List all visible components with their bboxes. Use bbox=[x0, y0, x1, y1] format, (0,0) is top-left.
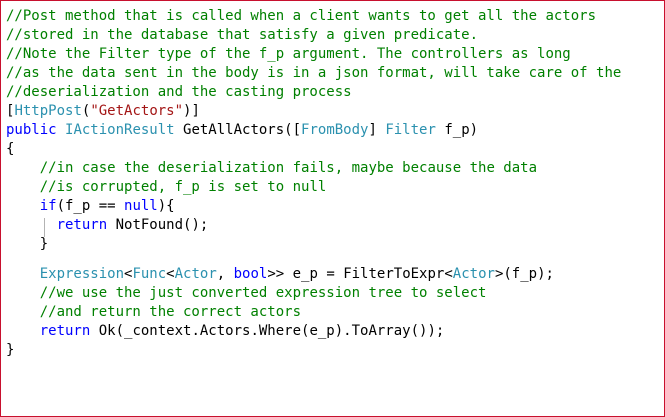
code-token-plain: ] bbox=[368, 122, 386, 138]
code-line: //we use the just converted expression t… bbox=[6, 284, 621, 303]
code-line: //and return the correct actors bbox=[6, 303, 621, 322]
code-token-keyword: return bbox=[39, 323, 91, 339]
code-line: [HttpPost("GetActors")] bbox=[6, 102, 621, 121]
code-token-comment: //Post method that is called when a clie… bbox=[6, 8, 597, 24]
code-token-plain: (f_p == bbox=[56, 198, 125, 214]
code-token-type: HttpPost bbox=[14, 103, 82, 119]
code-line: //as the data sent in the body is in a j… bbox=[6, 64, 621, 83]
code-line: Expression<Func<Actor, bool>> e_p = Filt… bbox=[6, 265, 621, 284]
code-token-comment: //we use the just converted expression t… bbox=[39, 285, 487, 301]
code-token-comment: //Note the Filter type of the f_p argume… bbox=[6, 46, 571, 62]
code-token-string: "GetActors" bbox=[90, 103, 184, 119]
code-token-comment: //deserialization and the casting proces… bbox=[6, 84, 352, 100]
code-token-type: Func bbox=[132, 266, 167, 282]
code-token-plain: , bbox=[216, 266, 234, 282]
code-line: public IActionResult GetAllActors([FromB… bbox=[6, 121, 621, 140]
code-line: //deserialization and the casting proces… bbox=[6, 83, 621, 102]
code-token-plain: < bbox=[166, 266, 175, 282]
code-token-type: Filter bbox=[385, 122, 436, 138]
code-token-comment: //stored in the database that satisfy a … bbox=[6, 27, 479, 43]
code-token-type: Actor bbox=[174, 266, 217, 282]
code-token-keyword: public bbox=[6, 122, 66, 138]
code-line: { bbox=[6, 140, 621, 159]
code-block[interactable]: //Post method that is called when a clie… bbox=[6, 7, 621, 360]
code-token-plain: >> e_p = FilterToExpr< bbox=[267, 266, 453, 282]
code-line: //is corrupted, f_p is set to null bbox=[6, 178, 621, 197]
code-token-plain: >(f_p); bbox=[494, 266, 554, 282]
code-line: //Note the Filter type of the f_p argume… bbox=[6, 45, 621, 64]
code-token-plain: f_p) bbox=[435, 122, 479, 138]
code-token-type: FromBody bbox=[301, 122, 369, 138]
code-line: return NotFound(); bbox=[6, 216, 621, 235]
code-token-plain: } bbox=[6, 342, 15, 358]
code-token-keyword: return bbox=[56, 217, 108, 233]
code-token-plain: NotFound(); bbox=[107, 217, 209, 233]
code-token-type: Expression bbox=[39, 266, 125, 282]
indent-guide bbox=[44, 218, 45, 237]
code-token-comment: //as the data sent in the body is in a j… bbox=[6, 65, 622, 81]
code-token-keyword: null bbox=[124, 198, 158, 214]
code-line: //stored in the database that satisfy a … bbox=[6, 26, 621, 45]
code-token-comment: //is corrupted, f_p is set to null bbox=[39, 179, 327, 195]
code-token-plain: Ok(_context.Actors.Where(e_p).ToArray())… bbox=[90, 323, 445, 339]
code-token-keyword: bool bbox=[233, 266, 268, 282]
code-token-comment: //in case the deserialization fails, may… bbox=[39, 160, 538, 176]
code-token-type: IActionResult bbox=[65, 122, 175, 138]
code-token-plain: { bbox=[6, 141, 15, 157]
code-line: } bbox=[6, 341, 621, 360]
code-token-plain: GetAllActors([ bbox=[174, 122, 302, 138]
code-token-plain: } bbox=[6, 236, 49, 252]
code-line: } bbox=[6, 235, 621, 254]
code-token-comment: //and return the correct actors bbox=[39, 304, 302, 320]
code-snippet-frame: //Post method that is called when a clie… bbox=[0, 0, 665, 417]
code-line: //Post method that is called when a clie… bbox=[6, 7, 621, 26]
code-line: if(f_p == null){ bbox=[6, 197, 621, 216]
code-line: //in case the deserialization fails, may… bbox=[6, 159, 621, 178]
code-token-keyword: if bbox=[39, 198, 57, 214]
code-token-type: Actor bbox=[452, 266, 495, 282]
code-line: return Ok(_context.Actors.Where(e_p).ToA… bbox=[6, 322, 621, 341]
code-token-plain: )] bbox=[183, 103, 200, 119]
code-token-plain: ){ bbox=[157, 198, 175, 214]
